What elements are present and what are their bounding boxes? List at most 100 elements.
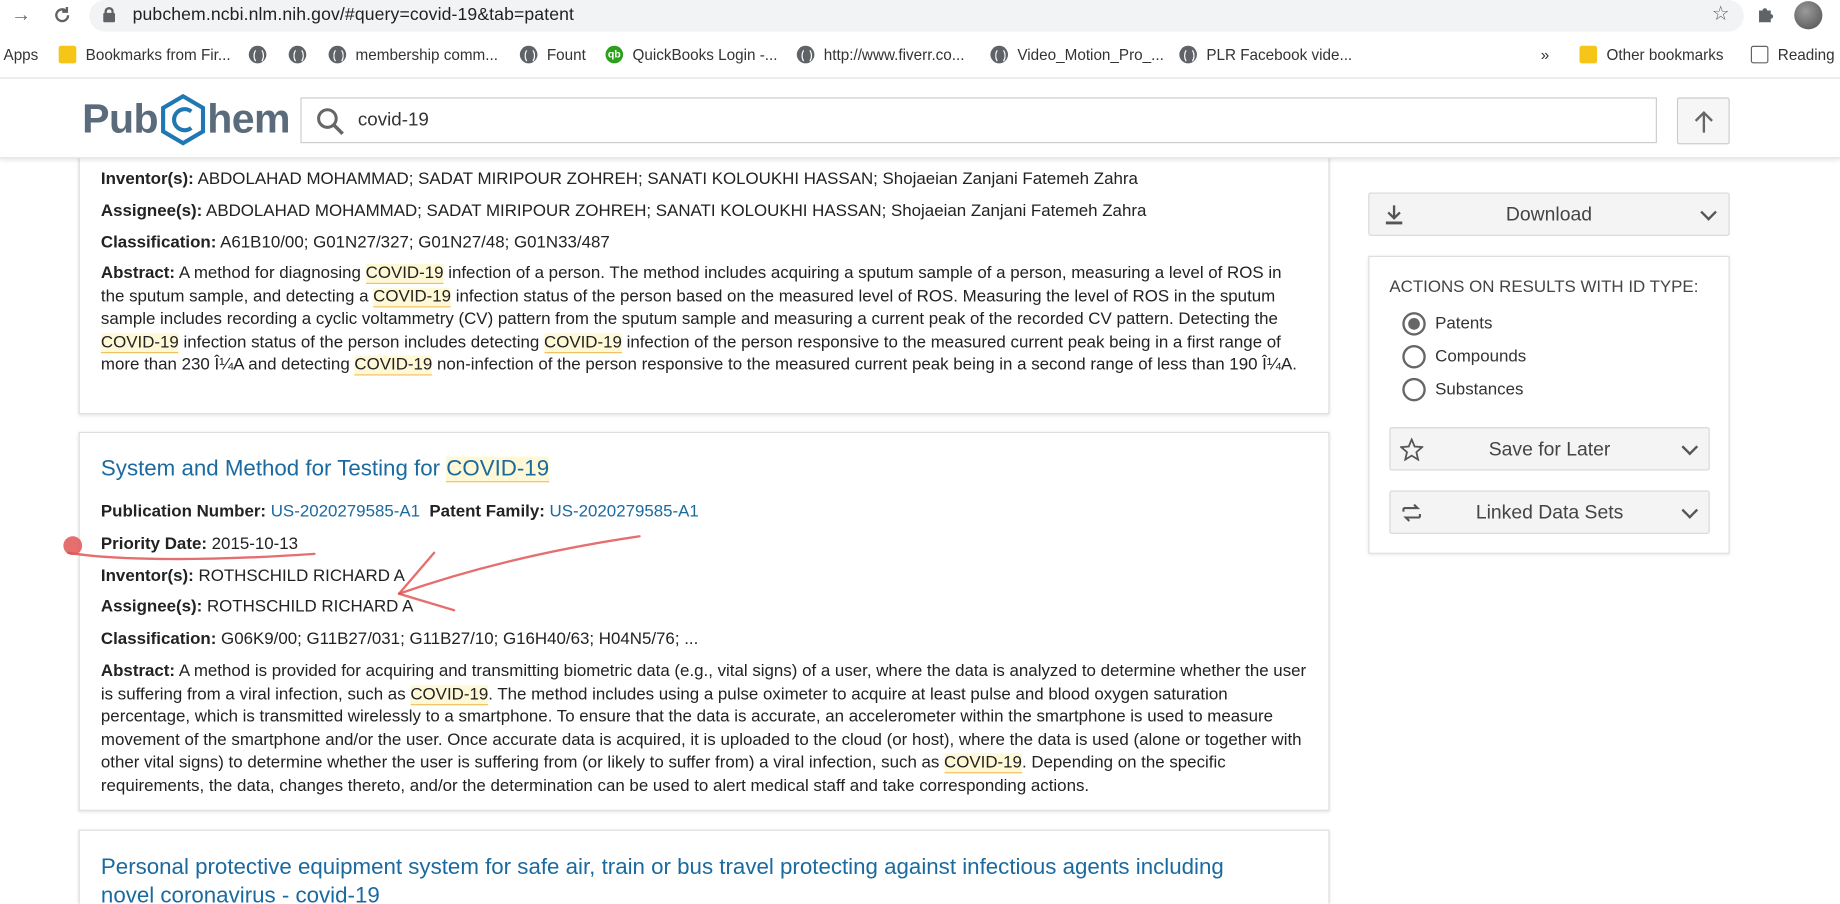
save-for-later-label: Save for Later (1488, 438, 1611, 461)
result-card: Inventor(s): ABDOLAHAD MOHAMMAD; SADAT M… (78, 140, 1330, 415)
url-text: pubchem.ncbi.nlm.nih.gov/#query=covid-19… (132, 4, 575, 25)
globe-icon (796, 45, 815, 64)
bookmark-reading-list[interactable]: Reading (1750, 45, 1835, 64)
scroll-to-top-button[interactable] (1676, 97, 1730, 145)
bookmark-folder-firefox[interactable]: Bookmarks from Fir... (58, 45, 231, 64)
bookmark-label: membership comm... (355, 45, 498, 64)
result-title-link[interactable]: Personal protective equipment system for… (101, 854, 1224, 903)
forward-icon[interactable]: → (8, 2, 34, 28)
bookmark-fount[interactable]: Fount (519, 45, 586, 64)
logo-text-left: Pub (82, 96, 158, 142)
abstract-fragment: A method for diagnosing (178, 264, 366, 283)
priority-date-label: Priority Date: (100, 535, 207, 554)
bookmark-label: http://www.fiverr.co... (823, 45, 965, 64)
browser-toolbar: → pubchem.ncbi.nlm.nih.gov/#query=covid-… (0, 0, 1840, 32)
title-text: Personal protective equipment system for… (100, 855, 1224, 881)
radio-unselected-icon[interactable] (1402, 345, 1426, 369)
classification-value: A61B10/00; G01N27/327; G01N27/48; G01N33… (220, 233, 610, 253)
bookmark-fiverr[interactable]: http://www.fiverr.co... (796, 45, 965, 64)
bookmark-quickbooks[interactable]: qb QuickBooks Login -... (605, 45, 778, 64)
bookmark-apps[interactable]: Apps (4, 46, 39, 64)
inventors-label: Inventor(s): (100, 170, 194, 189)
highlighted-term: COVID-19 (944, 753, 1022, 774)
download-button[interactable]: Download (1368, 192, 1730, 236)
quickbooks-icon: qb (605, 45, 624, 64)
search-query-text: covid-19 (357, 110, 429, 131)
result-card: Personal protective equipment system for… (78, 829, 1330, 904)
save-for-later-button[interactable]: Save for Later (1389, 427, 1710, 471)
highlighted-term: COVID-19 (543, 333, 622, 353)
radio-label: Patents (1435, 314, 1493, 334)
linked-data-sets-button[interactable]: Linked Data Sets (1389, 490, 1710, 534)
classification-line: Classification: A61B10/00; G01N27/327; G… (101, 234, 610, 253)
highlighted-term: COVID-19 (373, 287, 452, 307)
radio-compounds[interactable]: Compounds (1402, 344, 1526, 370)
assignees-line: Assignee(s): ABDOLAHAD MOHAMMAD; SADAT M… (101, 202, 1146, 221)
globe-icon (328, 45, 347, 64)
bookmark-plr-facebook[interactable]: PLR Facebook vide... (1179, 45, 1353, 64)
highlighted-term: COVID-19 (365, 264, 444, 284)
radio-selected-icon[interactable] (1402, 312, 1426, 336)
highlighted-term: COVID-19 (354, 356, 433, 376)
logo-text-right: hem (207, 96, 290, 142)
bookmark-video-motion[interactable]: Video_Motion_Pro_... (990, 45, 1164, 64)
logo-hexagon-icon (160, 93, 205, 146)
result-title-link[interactable]: System and Method for Testing for COVID-… (101, 456, 550, 483)
bookmark-label: Video_Motion_Pro_... (1017, 45, 1164, 64)
highlighted-term: COVID-19 (100, 333, 179, 353)
folder-icon (58, 45, 77, 64)
globe-icon (248, 45, 267, 64)
classification-label: Classification: (100, 233, 217, 253)
publication-number-label: Publication Number: (100, 502, 267, 522)
assignees-label: Assignee(s): (100, 201, 203, 221)
priority-date-value: 2015-10-13 (211, 535, 299, 554)
globe-icon (990, 45, 1009, 64)
assignees-value: ABDOLAHAD MOHAMMAD; SADAT MIRIPOUR ZOHRE… (206, 201, 1147, 221)
publication-line: Publication Number: US-2020279585-A1 Pat… (101, 502, 699, 521)
extensions-puzzle-icon[interactable] (1756, 4, 1777, 25)
linked-data-sets-label: Linked Data Sets (1475, 502, 1624, 524)
bookmarks-overflow-button[interactable]: » (1541, 46, 1549, 64)
radio-label: Substances (1435, 380, 1524, 399)
screenshot-root: → pubchem.ncbi.nlm.nih.gov/#query=covid-… (0, 0, 1840, 904)
pubchem-header: Pub hem covid-19 (0, 78, 1840, 159)
globe-icon (1179, 45, 1197, 64)
bookmark-label: QuickBooks Login -... (632, 45, 778, 64)
bookmark-membership[interactable]: membership comm... (328, 45, 498, 64)
patent-family-label: Patent Family: (429, 502, 545, 522)
bookmark-star-icon[interactable]: ☆ (1712, 2, 1730, 25)
search-icon (317, 108, 344, 136)
inventors-line: Inventor(s): ABDOLAHAD MOHAMMAD; SADAT M… (101, 170, 1138, 189)
assignees-label: Assignee(s): (100, 597, 203, 617)
address-bar[interactable]: pubchem.ncbi.nlm.nih.gov/#query=covid-19… (89, 0, 1744, 32)
actions-title: ACTIONS ON RESULTS WITH ID TYPE: (1389, 278, 1699, 297)
bookmark-label: Other bookmarks (1606, 45, 1724, 64)
bookmark-other-bookmarks[interactable]: Other bookmarks (1579, 45, 1724, 64)
arrow-up-icon (1694, 110, 1713, 133)
result-card: System and Method for Testing for COVID-… (78, 431, 1330, 811)
patent-family-link[interactable]: US-2020279585-A1 (550, 502, 699, 521)
assignees-line: Assignee(s): ROTHSCHILD RICHARD A (101, 597, 413, 616)
search-input[interactable]: covid-19 (300, 97, 1657, 144)
classification-label: Classification: (100, 630, 217, 649)
profile-avatar[interactable] (1794, 1, 1823, 30)
reload-icon[interactable] (49, 2, 75, 28)
reading-list-icon (1750, 45, 1769, 64)
highlighted-term: COVID-19 (446, 456, 550, 483)
bookmark-globe-1[interactable] (248, 45, 276, 64)
abstract-label: Abstract: (100, 661, 176, 681)
abstract-text: Abstract: A method is provided for acqui… (101, 661, 1310, 799)
pubchem-logo[interactable]: Pub hem (82, 93, 291, 146)
download-label: Download (1505, 204, 1593, 226)
abstract-label: Abstract: (100, 264, 176, 283)
bookmark-label: PLR Facebook vide... (1206, 45, 1353, 64)
publication-number-link[interactable]: US-2020279585-A1 (271, 502, 420, 521)
globe-icon (519, 45, 538, 64)
radio-unselected-icon[interactable] (1402, 377, 1426, 402)
bookmark-globe-2[interactable] (288, 45, 316, 64)
inventors-value: ROTHSCHILD RICHARD A (198, 566, 405, 586)
radio-patents[interactable]: Patents (1402, 311, 1492, 337)
highlighted-term: COVID-19 (410, 684, 489, 705)
more-icon: » (1540, 45, 1550, 64)
radio-substances[interactable]: Substances (1402, 377, 1523, 403)
